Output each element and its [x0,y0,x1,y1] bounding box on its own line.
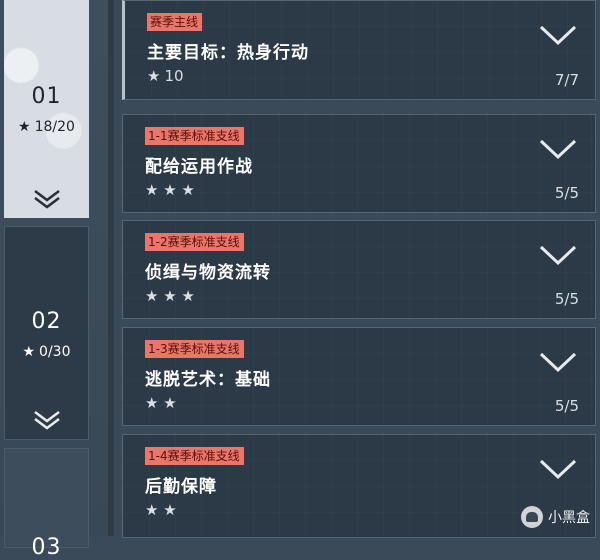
star-icon: ★ [18,119,31,135]
quest-title: 配给运用作战 [145,157,253,177]
quest-card-1-2[interactable]: 1-2赛季标准支线 侦缉与物资流转 ★ ★ ★ 5/5 [122,220,596,319]
quest-progress: 7/7 [554,71,579,89]
chevron-down-icon[interactable] [539,350,577,374]
quest-stars: ★ ★ [145,501,177,519]
quest-progress: 5/5 [554,397,579,415]
quest-star-count: 10 [164,67,184,85]
rail-divider [108,0,114,536]
quest-tag: 1-1赛季标准支线 [145,127,244,145]
double-chevron-down-icon[interactable] [32,188,62,210]
quest-tag: 1-2赛季标准支线 [145,233,244,251]
star-icon: ★ [147,67,161,85]
quest-tag: 赛季主线 [147,13,203,31]
quest-title: 逃脱艺术：基础 [145,370,271,390]
quest-tag: 1-3赛季标准支线 [145,340,244,358]
double-chevron-down-icon[interactable] [32,409,62,431]
quest-stars: ★ 10 [147,67,184,85]
quest-card-main[interactable]: 赛季主线 主要目标：热身行动 ★ 10 7/7 [122,0,596,100]
chapter-tab-03[interactable]: 03 [4,448,89,560]
quest-tag: 1-4赛季标准支线 [145,447,244,465]
chevron-down-icon[interactable] [539,243,577,267]
xiaoheihe-logo-icon [521,506,543,528]
chapter-star-count: 18/20 [34,119,75,135]
chapter-number: 01 [31,84,62,109]
quest-progress: 5/5 [554,290,579,308]
quest-stars: ★ ★ ★ [145,287,195,305]
quest-progress: 5/5 [554,184,579,202]
quest-stars: ★ ★ [145,394,177,412]
chapter-star-progress: ★ 18/20 [4,119,89,135]
quest-title: 主要目标：热身行动 [147,43,309,63]
chapter-number: 03 [31,535,62,560]
chevron-down-icon[interactable] [539,137,577,161]
chevron-down-icon[interactable] [539,457,577,481]
chapter-number: 02 [31,309,62,334]
quest-card-1-3[interactable]: 1-3赛季标准支线 逃脱艺术：基础 ★ ★ 5/5 [122,327,596,426]
watermark: 小黑盒 [521,506,590,528]
quest-title: 后勤保障 [145,477,217,497]
watermark-text: 小黑盒 [548,510,590,526]
chapter-star-progress: ★ 0/30 [5,344,88,360]
quest-stars: ★ ★ ★ [145,181,195,199]
quest-title: 侦缉与物资流转 [145,263,271,283]
chevron-down-icon[interactable] [539,23,577,47]
star-icon: ★ [22,344,36,360]
chapter-tab-02[interactable]: 02 ★ 0/30 [4,226,89,440]
chapter-star-count: 0/30 [39,344,71,360]
chapter-tab-01[interactable]: 01 ★ 18/20 [4,0,89,218]
quest-card-1-1[interactable]: 1-1赛季标准支线 配给运用作战 ★ ★ ★ 5/5 [122,114,596,213]
